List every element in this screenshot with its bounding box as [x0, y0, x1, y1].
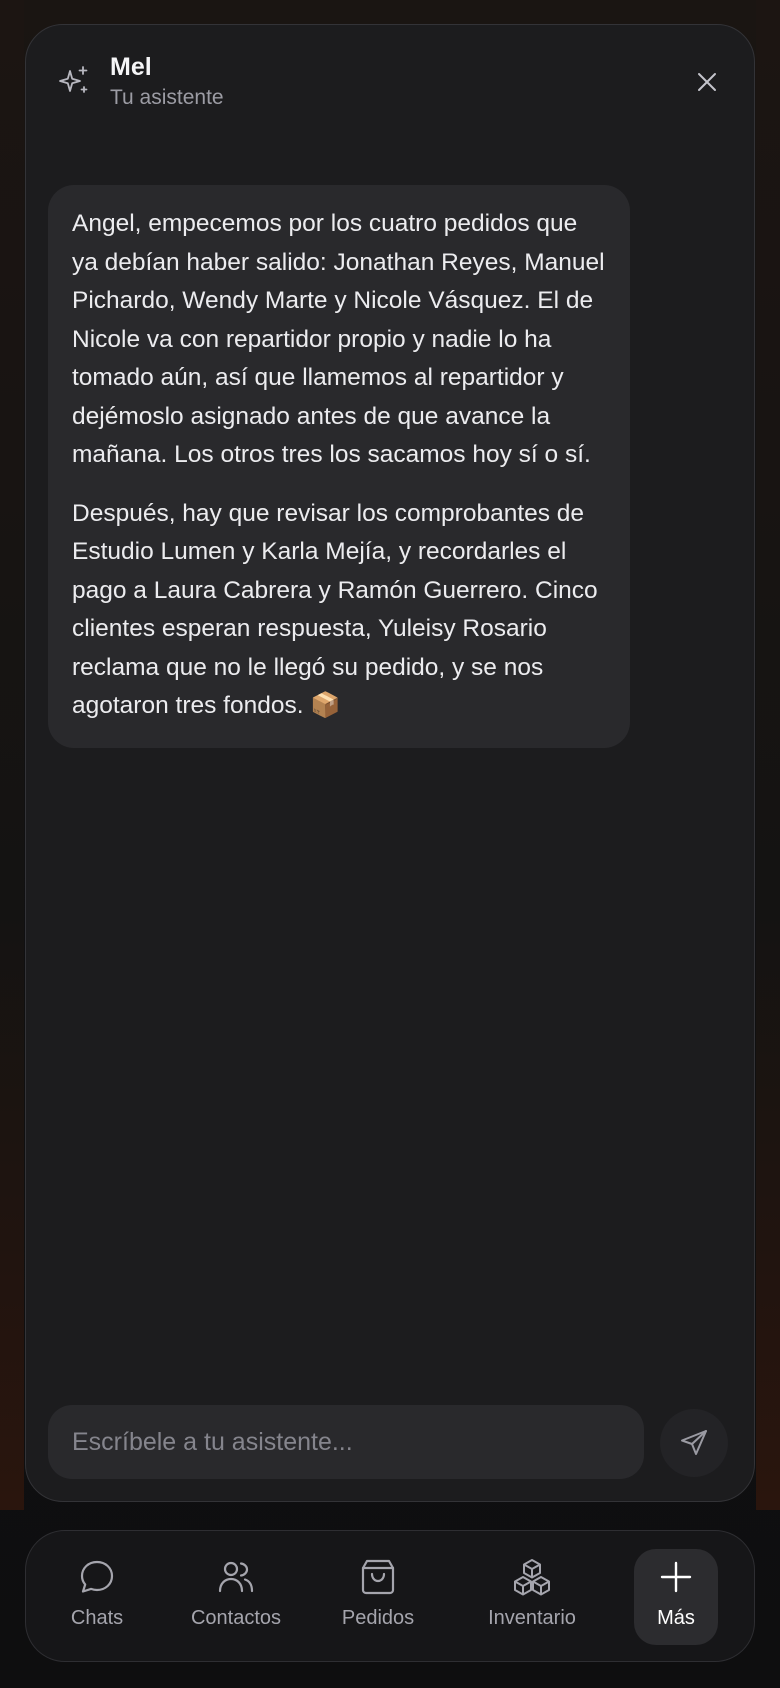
nav-item-inventario[interactable]: Inventario: [477, 1549, 587, 1641]
assistant-panel: Mel Tu asistente Angel, empecemos por lo…: [25, 24, 755, 1502]
shopping-bag-icon: [361, 1559, 395, 1595]
sparkle-icon: [59, 66, 88, 93]
close-icon: [698, 73, 716, 91]
nav-label: Contactos: [190, 1607, 282, 1629]
nav-item-contactos[interactable]: Contactos: [181, 1549, 291, 1641]
nav-item-mas[interactable]: Más: [634, 1549, 718, 1645]
backdrop-left-edge: [0, 0, 24, 1510]
assistant-subtitle: Tu asistente: [110, 86, 224, 109]
composer: [48, 1405, 738, 1481]
nav-item-chats[interactable]: Chats: [42, 1549, 152, 1641]
send-icon: [681, 1430, 707, 1455]
chat-bubble-icon: [80, 1560, 114, 1593]
bottom-navigation: Chats Contactos Pedidos Inventario Más: [25, 1530, 755, 1662]
nav-item-pedidos[interactable]: Pedidos: [323, 1549, 433, 1641]
message-paragraph: Angel, empecemos por los cuatro pedidos …: [72, 210, 605, 468]
close-button[interactable]: [690, 65, 724, 99]
assistant-header: Mel Tu asistente: [26, 25, 754, 135]
backdrop-right-edge: [756, 0, 780, 1510]
assistant-name: Mel: [110, 53, 152, 81]
message-list: Angel, empecemos por los cuatro pedidos …: [26, 161, 754, 1401]
users-icon: [218, 1561, 254, 1593]
message-input[interactable]: [48, 1405, 644, 1479]
message-paragraph: Después, hay que revisar los comprobante…: [72, 499, 598, 720]
nav-label: Más: [657, 1607, 695, 1629]
send-button[interactable]: [660, 1409, 728, 1477]
assistant-message: Angel, empecemos por los cuatro pedidos …: [48, 185, 630, 748]
boxes-icon: [514, 1559, 550, 1596]
nav-label: Chats: [70, 1607, 124, 1629]
nav-label: Inventario: [488, 1607, 576, 1629]
plus-icon: [660, 1561, 692, 1593]
nav-label: Pedidos: [341, 1607, 415, 1629]
